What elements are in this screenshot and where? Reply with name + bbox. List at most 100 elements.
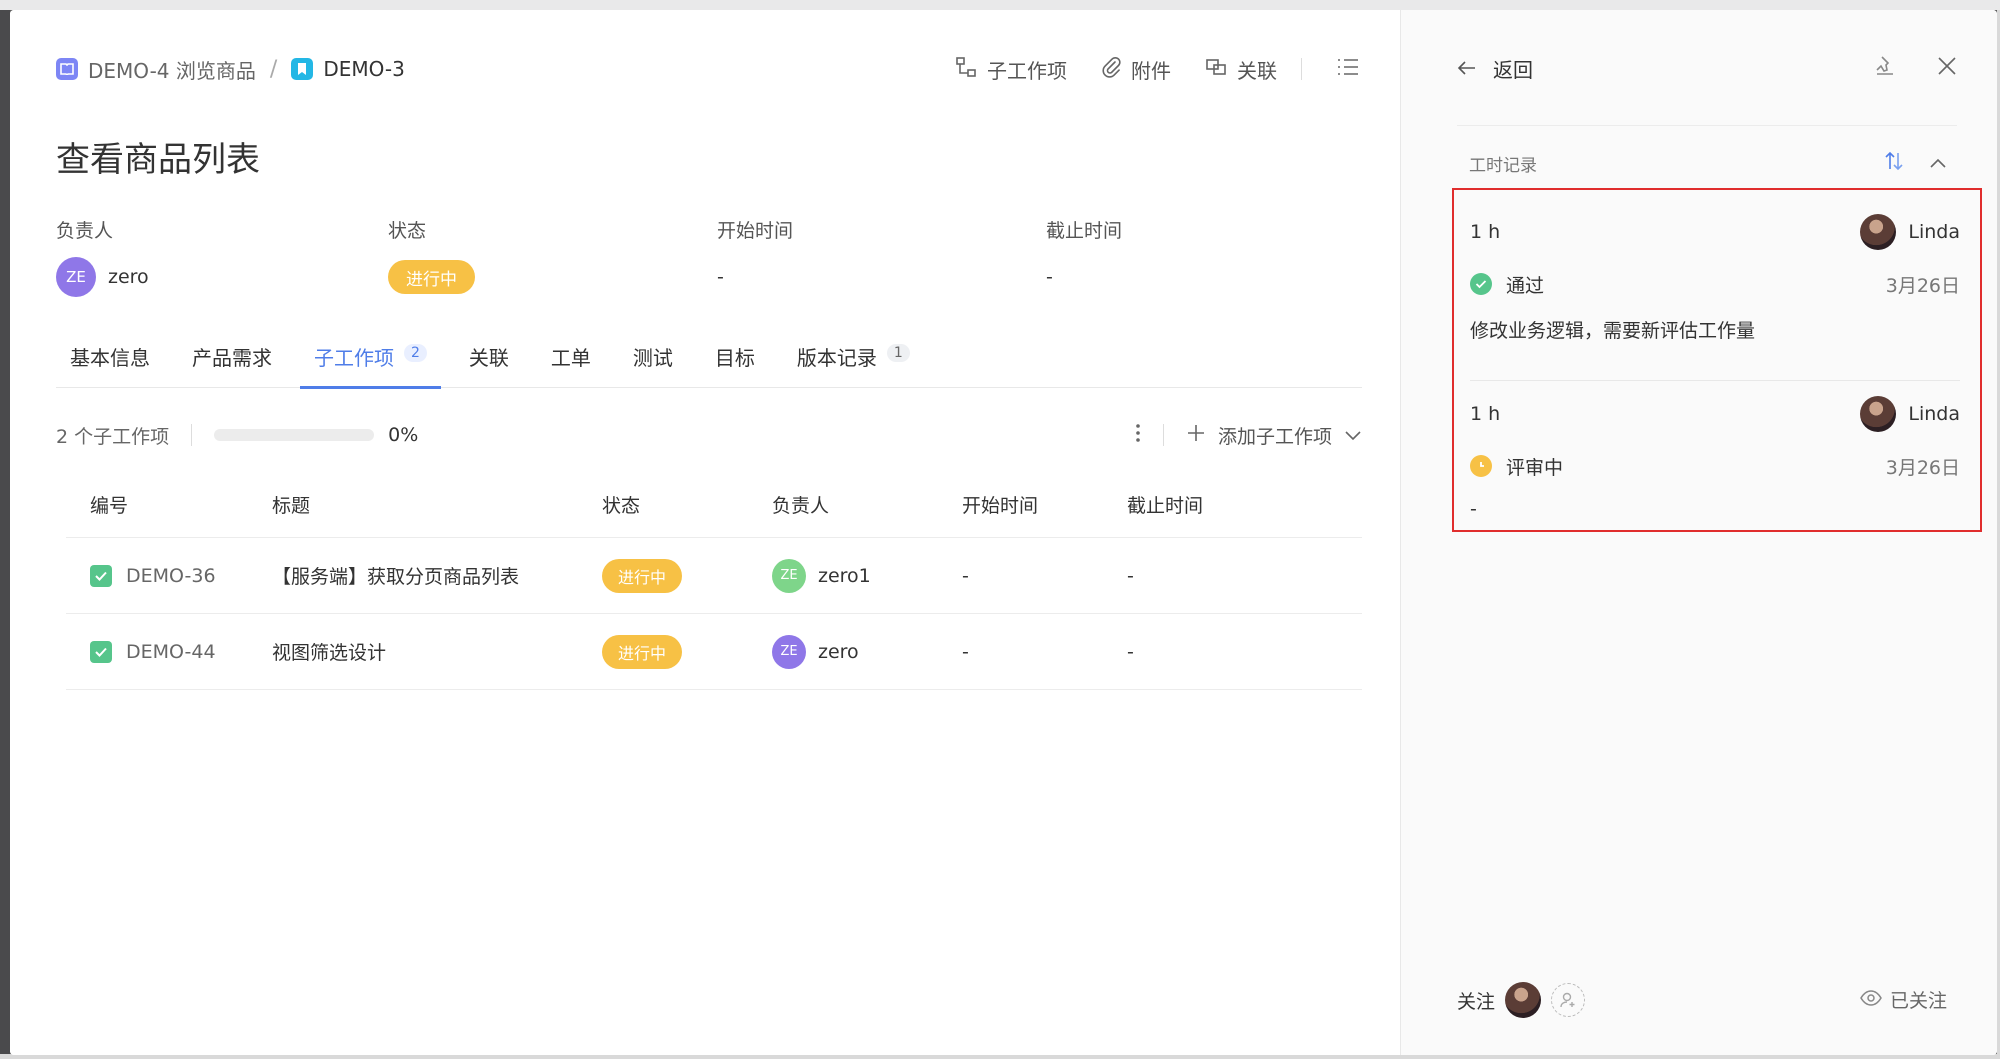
close-icon[interactable] xyxy=(1937,56,1957,80)
avatar xyxy=(1860,396,1897,432)
bookmark-icon xyxy=(291,58,314,80)
status-value[interactable]: 进行中 xyxy=(388,257,475,297)
tab-count-badge: 2 xyxy=(404,344,427,362)
row-due[interactable]: - xyxy=(1127,565,1327,587)
task-check-icon xyxy=(90,564,112,587)
background-page-top xyxy=(0,0,2000,10)
breadcrumb-project[interactable]: DEMO-4 浏览商品 xyxy=(88,55,256,84)
list-menu-icon[interactable] xyxy=(1336,56,1360,83)
check-circle-icon xyxy=(1470,273,1492,295)
actions-divider xyxy=(1162,424,1164,446)
start-time-value[interactable]: - xyxy=(717,257,793,297)
row-due[interactable]: - xyxy=(1127,641,1327,663)
worklog-record[interactable]: 1 h Linda 通过 3月26日 修改业务逻辑，需要新评估工作量 xyxy=(1470,212,1960,346)
row-start[interactable]: - xyxy=(962,641,1127,663)
column-header-title[interactable]: 标题 xyxy=(272,491,602,518)
tab-relations[interactable]: 关联 xyxy=(455,332,523,388)
followed-button[interactable]: 已关注 xyxy=(1860,986,1947,1013)
column-header-owner[interactable]: 负责人 xyxy=(772,491,962,518)
status-badge[interactable]: 进行中 xyxy=(602,558,683,593)
clock-icon xyxy=(1470,455,1492,477)
column-header-status[interactable]: 状态 xyxy=(602,491,772,518)
worklog-header-actions xyxy=(1883,150,1947,177)
assignee-value[interactable]: ZE zero xyxy=(56,257,149,297)
record-user-name: Linda xyxy=(1908,403,1960,425)
tab-label: 目标 xyxy=(714,346,755,370)
add-follower-icon[interactable] xyxy=(1551,983,1586,1017)
record-user: Linda xyxy=(1860,396,1960,432)
tab-goals[interactable]: 目标 xyxy=(701,332,769,388)
tab-label: 基本信息 xyxy=(70,346,150,370)
row-id[interactable]: DEMO-44 xyxy=(126,641,216,663)
toolbar: 子工作项 附件 关联 xyxy=(955,54,1360,84)
panel-divider xyxy=(1457,125,1957,126)
worklog-record[interactable]: 1 h Linda 评审中 3月26日 - xyxy=(1470,394,1960,528)
pin-icon[interactable] xyxy=(1873,54,1897,82)
chevron-down-icon[interactable] xyxy=(1344,424,1362,446)
avatar: ZE xyxy=(772,634,806,669)
record-hours: 1 h xyxy=(1470,221,1501,243)
status-label: 状态 xyxy=(388,220,427,242)
plus-icon xyxy=(1186,423,1206,448)
back-button[interactable]: 返回 xyxy=(1457,54,1533,83)
project-book-icon xyxy=(56,58,78,80)
record-note: - xyxy=(1470,498,1477,520)
task-check-icon xyxy=(90,640,112,663)
column-header-start[interactable]: 开始时间 xyxy=(962,491,1127,518)
subitems-button[interactable]: 子工作项 xyxy=(955,55,1067,84)
subitems-actions: 添加子工作项 xyxy=(1135,422,1362,449)
page-title[interactable]: 查看商品列表 xyxy=(56,132,260,181)
assignee-field: 负责人 ZE zero xyxy=(56,216,149,297)
row-owner[interactable]: ZE zero1 xyxy=(772,558,962,593)
table-row[interactable]: DEMO-36 【服务端】获取分页商品列表 进行中 ZE zero1 - - xyxy=(66,538,1362,614)
tab-subitems[interactable]: 子工作项 2 xyxy=(300,332,441,389)
breadcrumb: DEMO-4 浏览商品 / DEMO-3 xyxy=(56,54,405,84)
status-badge[interactable]: 进行中 xyxy=(602,634,683,669)
tab-basic-info[interactable]: 基本信息 xyxy=(56,332,164,388)
subitems-count: 2 个子工作项 xyxy=(56,425,170,448)
subitems-summary-bar: 2 个子工作项 0% 添加子工作项 xyxy=(56,420,1362,450)
record-user-name: Linda xyxy=(1908,221,1960,243)
add-subitem-button[interactable]: 添加子工作项 xyxy=(1186,422,1362,449)
breadcrumb-current[interactable]: DEMO-3 xyxy=(323,57,405,81)
tab-tickets[interactable]: 工单 xyxy=(537,332,605,388)
attachment-button-label: 附件 xyxy=(1131,58,1171,83)
avatar[interactable] xyxy=(1505,982,1542,1018)
relation-button[interactable]: 关联 xyxy=(1205,55,1277,84)
row-start[interactable]: - xyxy=(962,565,1127,587)
record-date: 3月26日 xyxy=(1885,274,1960,297)
link-icon xyxy=(1205,56,1227,83)
tab-label: 关联 xyxy=(468,346,509,370)
due-time-field: 截止时间 - xyxy=(1046,216,1122,297)
attachment-button[interactable]: 附件 xyxy=(1101,55,1171,84)
row-title[interactable]: 【服务端】获取分页商品列表 xyxy=(272,562,602,589)
worklog-panel: 返回 工时记录 1 h Linda 通过 3月26日 修改业务逻辑，需要新评估工… xyxy=(1400,10,1997,1055)
summary-divider xyxy=(191,424,193,446)
record-status: 通过 xyxy=(1506,274,1545,297)
record-user: Linda xyxy=(1860,214,1960,250)
worklog-records-highlight: 1 h Linda 通过 3月26日 修改业务逻辑，需要新评估工作量 1 h L… xyxy=(1452,188,1982,532)
chevron-up-icon[interactable] xyxy=(1929,154,1947,174)
tab-label: 版本记录 xyxy=(796,346,877,370)
sort-icon[interactable] xyxy=(1883,150,1905,177)
avatar xyxy=(1860,214,1897,250)
assignee-label: 负责人 xyxy=(56,220,114,242)
row-id[interactable]: DEMO-36 xyxy=(126,565,216,587)
table-row[interactable]: DEMO-44 视图筛选设计 进行中 ZE zero - - xyxy=(66,614,1362,690)
tab-tests[interactable]: 测试 xyxy=(619,332,687,388)
add-subitem-label: 添加子工作项 xyxy=(1217,425,1332,448)
tab-version-history[interactable]: 版本记录 1 xyxy=(783,332,924,388)
subitems-button-label: 子工作项 xyxy=(987,58,1067,83)
toolbar-divider xyxy=(1301,58,1302,80)
column-header-due[interactable]: 截止时间 xyxy=(1127,491,1327,518)
row-owner[interactable]: ZE zero xyxy=(772,634,962,669)
row-title[interactable]: 视图筛选设计 xyxy=(272,638,602,665)
column-header-id[interactable]: 编号 xyxy=(66,491,272,518)
due-time-value[interactable]: - xyxy=(1046,257,1122,297)
status-badge[interactable]: 进行中 xyxy=(388,260,475,294)
start-time-field: 开始时间 - xyxy=(717,216,793,297)
more-vertical-icon[interactable] xyxy=(1135,423,1141,448)
hierarchy-icon xyxy=(955,56,977,83)
worklog-title: 工时记录 xyxy=(1469,156,1537,176)
tab-product-requirements[interactable]: 产品需求 xyxy=(178,332,286,388)
